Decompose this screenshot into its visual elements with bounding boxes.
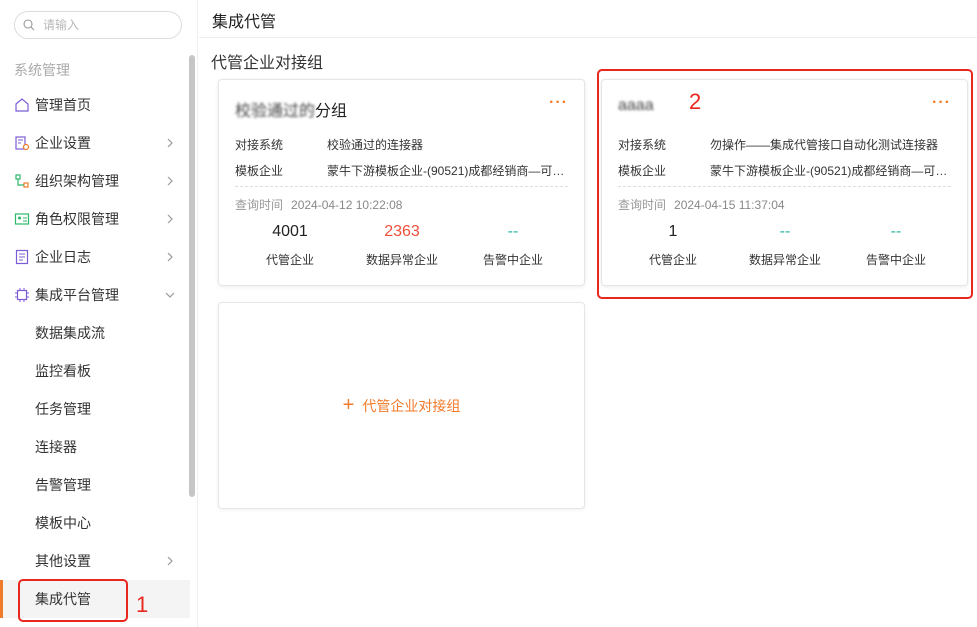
- section-heading: 代管企业对接组: [211, 55, 324, 72]
- home-icon: [14, 97, 30, 113]
- sidebar: 系统管理 管理首页 企业设置 组织架构管理 角色权限管理 企业日志: [0, 0, 198, 627]
- more-icon[interactable]: ···: [549, 94, 568, 112]
- card-template-row: 模板企业 蒙牛下游模板企业-(90521)成都经销商—可…: [235, 162, 569, 179]
- sidebar-subitem-label: 监控看板: [35, 363, 91, 379]
- sidebar-subitem-templates[interactable]: 模板中心: [0, 504, 190, 542]
- sidebar-subitem-connectors[interactable]: 连接器: [0, 428, 190, 466]
- chevron-right-icon: [167, 556, 173, 566]
- annotation-box-2: [597, 69, 973, 299]
- sidebar-subitem-tasks[interactable]: 任务管理: [0, 390, 190, 428]
- search-icon: [23, 19, 35, 31]
- section-title: 系统管理: [14, 62, 70, 78]
- search-input[interactable]: [43, 18, 173, 32]
- chevron-right-icon: [167, 214, 173, 224]
- sidebar-item-org[interactable]: 组织架构管理: [0, 162, 190, 200]
- sidebar-subitem-label: 连接器: [35, 439, 77, 455]
- sidebar-item-label: 管理首页: [35, 97, 91, 113]
- sidebar-scrollbar[interactable]: [189, 55, 195, 497]
- sidebar-item-label: 集成平台管理: [35, 287, 119, 303]
- chip-icon: [14, 287, 30, 303]
- search-box[interactable]: [14, 11, 182, 39]
- add-group-button[interactable]: + 代管企业对接组: [218, 302, 585, 509]
- sidebar-item-home[interactable]: 管理首页: [0, 86, 190, 124]
- annotation-number-2: 2: [689, 89, 702, 114]
- add-group-label: 代管企业对接组: [362, 397, 461, 414]
- sidebar-item-label: 企业设置: [35, 135, 91, 151]
- chevron-right-icon: [167, 176, 173, 186]
- group-card[interactable]: 校验通过的分组 ··· 对接系统 校验通过的连接器 模板企业 蒙牛下游模板企业-(9…: [218, 79, 585, 286]
- stat-value: --: [507, 223, 519, 240]
- stat-caption: 代管企业: [265, 253, 314, 267]
- card-title-blurred: 校验通过的: [235, 103, 316, 120]
- stat-hosted-enterprises[interactable]: 4001 代管企业: [235, 223, 345, 268]
- log-document-icon: [14, 249, 30, 265]
- system-value: 校验通过的连接器: [327, 138, 424, 152]
- card-divider: [235, 186, 568, 187]
- sidebar-item-label: 企业日志: [35, 249, 91, 265]
- stat-caption: 数据异常企业: [365, 253, 438, 267]
- building-settings-icon: [14, 135, 30, 151]
- sidebar-subitem-label: 任务管理: [35, 401, 91, 417]
- stat-caption: 告警中企业: [482, 253, 543, 267]
- active-indicator: [0, 580, 3, 618]
- query-time: 查询时间 2024-04-12 10:22:08: [235, 196, 402, 213]
- card-title: 校验通过的分组: [235, 97, 347, 121]
- sidebar-subitem-alerts[interactable]: 告警管理: [0, 466, 190, 504]
- annotation-box-1: [18, 579, 128, 622]
- stat-alerting-enterprises[interactable]: -- 告警中企业: [458, 223, 568, 268]
- card-system-row: 对接系统 校验通过的连接器: [235, 136, 569, 153]
- sidebar-subitem-monitor[interactable]: 监控看板: [0, 352, 190, 390]
- page-header: 集成代管: [199, 0, 977, 38]
- system-label: 对接系统: [235, 138, 284, 152]
- sidebar-subitem-other-settings[interactable]: 其他设置: [0, 542, 190, 580]
- sidebar-subitem-label: 其他设置: [35, 553, 91, 569]
- chevron-down-icon: [165, 292, 175, 298]
- sidebar-item-roles[interactable]: 角色权限管理: [0, 200, 190, 238]
- plus-icon: +: [342, 394, 355, 416]
- template-value: 蒙牛下游模板企业-(90521)成都经销商—可…: [327, 164, 565, 178]
- query-time-value: 2024-04-12 10:22:08: [291, 198, 403, 212]
- stat-abnormal-enterprises[interactable]: 2363 数据异常企业: [347, 223, 457, 268]
- card-title-suffix: 分组: [315, 103, 348, 120]
- chevron-right-icon: [167, 138, 173, 148]
- sidebar-item-enterprise-settings[interactable]: 企业设置: [0, 124, 190, 162]
- sidebar-item-label: 角色权限管理: [35, 211, 119, 227]
- sidebar-subitem-data-flow[interactable]: 数据集成流: [0, 314, 190, 352]
- annotation-number-1: 1: [136, 592, 149, 617]
- org-chart-icon: [14, 173, 30, 189]
- sidebar-subitem-label: 模板中心: [35, 515, 91, 531]
- template-label: 模板企业: [235, 164, 284, 178]
- query-time-label: 查询时间: [235, 198, 284, 212]
- sidebar-item-logs[interactable]: 企业日志: [0, 238, 190, 276]
- sidebar-item-integration-platform[interactable]: 集成平台管理: [0, 276, 190, 314]
- chevron-right-icon: [167, 252, 173, 262]
- page-title: 集成代管: [212, 14, 277, 31]
- stat-value: 2363: [384, 223, 420, 240]
- stat-value: 4001: [272, 223, 308, 240]
- sidebar-item-label: 组织架构管理: [35, 173, 119, 189]
- sidebar-subitem-label: 数据集成流: [35, 325, 105, 341]
- id-card-icon: [14, 211, 30, 227]
- sidebar-subitem-label: 告警管理: [35, 477, 91, 493]
